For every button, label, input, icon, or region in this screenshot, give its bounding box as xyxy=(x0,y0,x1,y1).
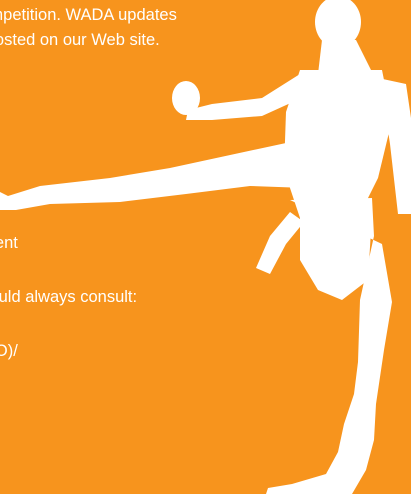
kicking-leg-shape xyxy=(0,140,306,210)
belt-tail-shape xyxy=(256,212,304,274)
martial-artist-silhouette xyxy=(0,0,411,494)
neck-shape xyxy=(318,40,372,74)
right-fist-shape xyxy=(172,81,200,115)
silhouette-shapes xyxy=(0,0,411,494)
document-page: competition. WADA updates e posted on ou… xyxy=(0,0,411,494)
thigh-shape xyxy=(300,210,372,300)
